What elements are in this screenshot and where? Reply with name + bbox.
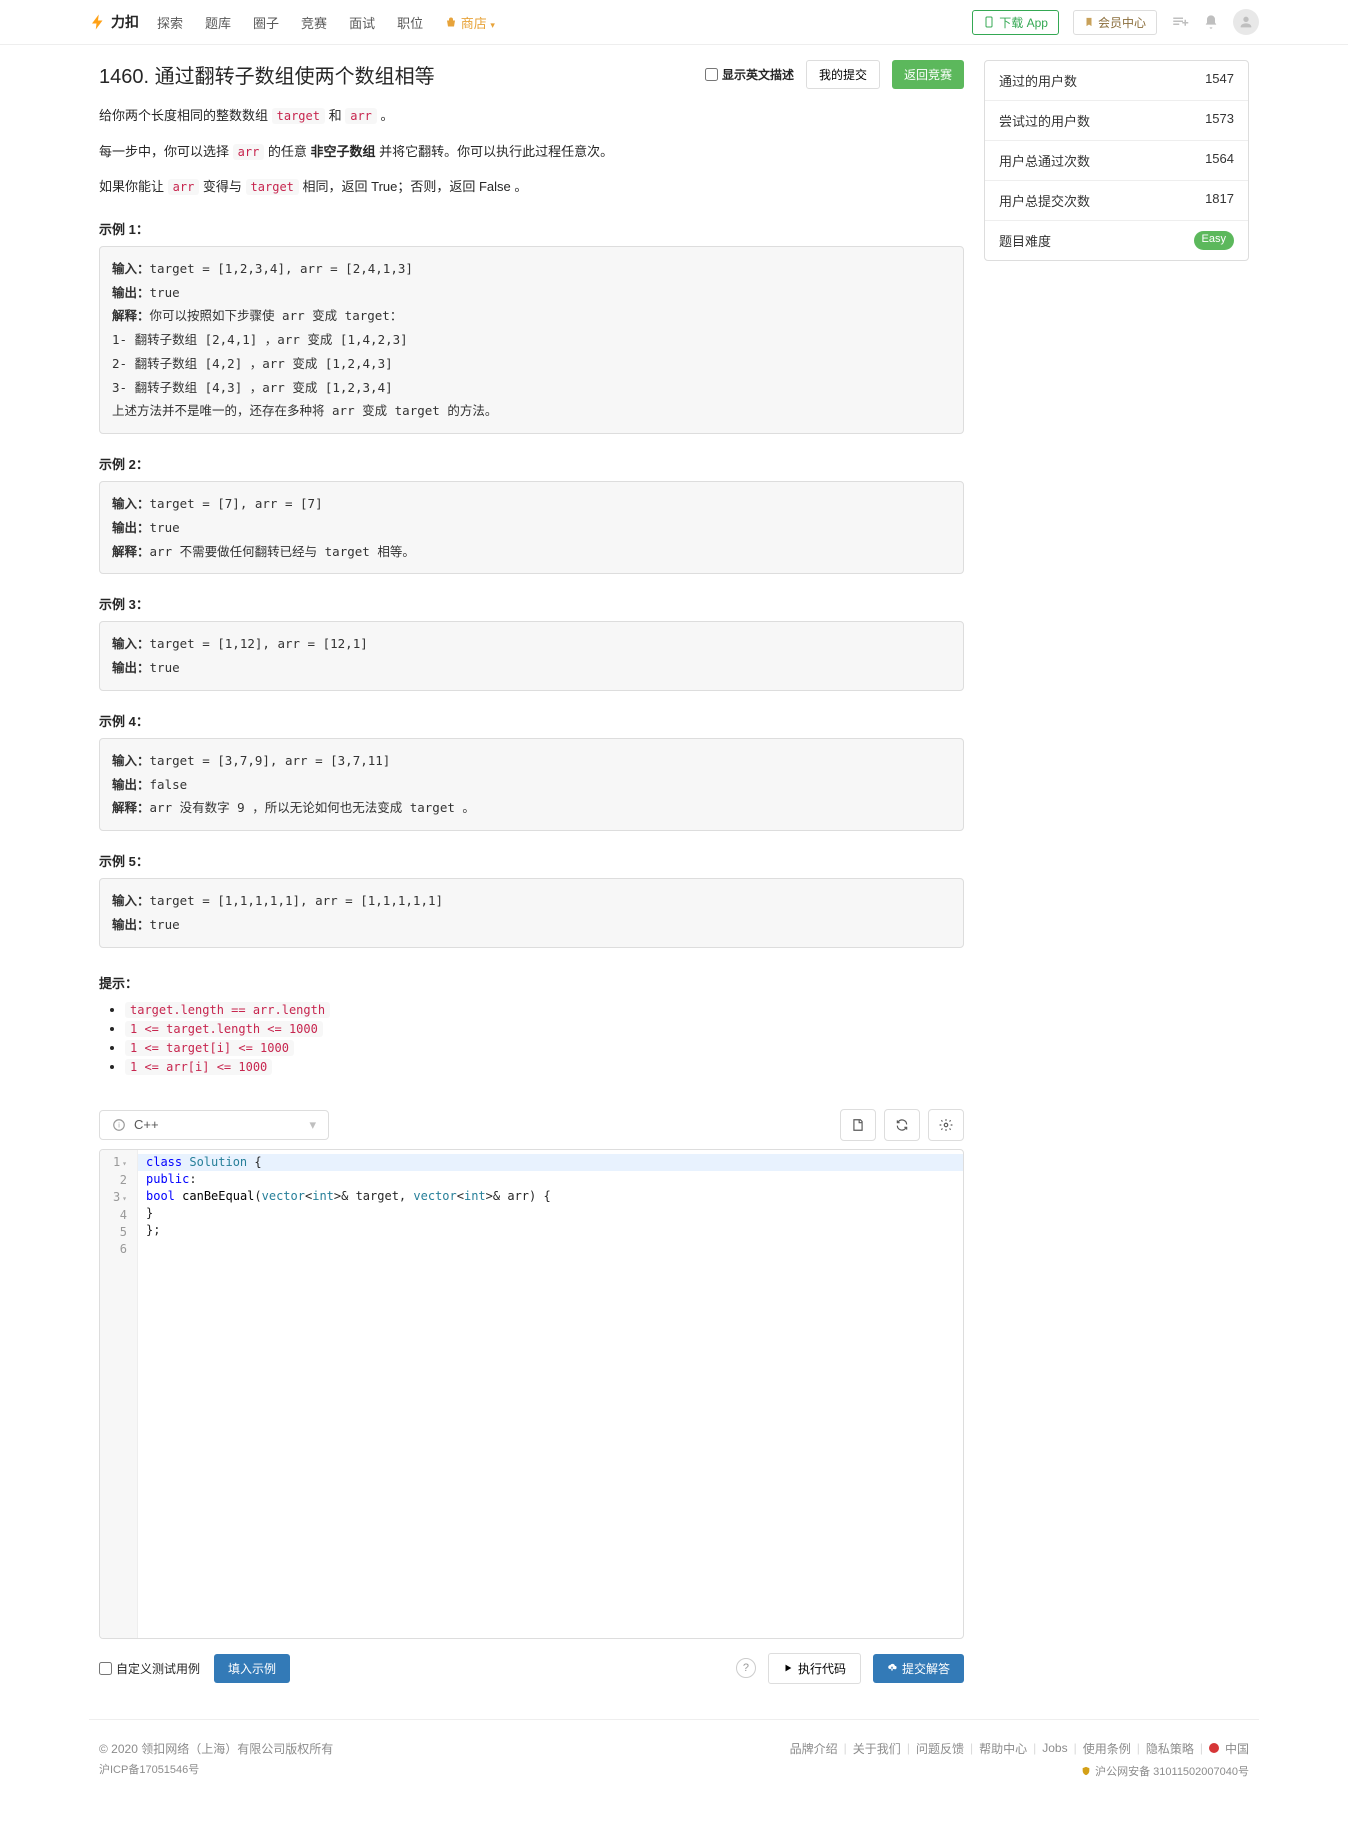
help-button[interactable]: ? bbox=[736, 1658, 756, 1678]
logo-icon bbox=[89, 13, 107, 31]
footer-link-5[interactable]: 使用条例 bbox=[1083, 1740, 1131, 1757]
example-title-3: 示例 3： bbox=[99, 594, 964, 613]
hint-2: 1 <= target[i] <= 1000 bbox=[125, 1040, 964, 1055]
vip-button[interactable]: 会员中心 bbox=[1073, 10, 1157, 35]
example-body-3: 输入：target = [1,12], arr = [12,1] 输出：true bbox=[99, 621, 964, 691]
stats-panel: 通过的用户数1547尝试过的用户数1573用户总通过次数1564用户总提交次数1… bbox=[984, 60, 1249, 261]
brand-text: 力扣 bbox=[111, 12, 139, 32]
beian: 沪公网安备 31011502007040号 bbox=[1095, 1763, 1249, 1779]
nav-link-2[interactable]: 圈子 bbox=[253, 13, 279, 32]
playlist-add-icon[interactable] bbox=[1171, 13, 1189, 31]
stats-row-0: 通过的用户数1547 bbox=[985, 61, 1248, 101]
footer-link-0[interactable]: 品牌介绍 bbox=[790, 1740, 838, 1757]
example-title-1: 示例 1： bbox=[99, 219, 964, 238]
chevron-down-icon: ▾ bbox=[309, 1117, 316, 1133]
footer-link-4[interactable]: Jobs bbox=[1042, 1741, 1067, 1755]
custom-testcase-toggle[interactable]: 自定义测试用例 bbox=[99, 1660, 200, 1677]
example-body-5: 输入：target = [1,1,1,1,1], arr = [1,1,1,1,… bbox=[99, 878, 964, 948]
hint-0: target.length == arr.length bbox=[125, 1002, 964, 1017]
submit-button[interactable]: 提交解答 bbox=[873, 1654, 964, 1683]
footer-link-2[interactable]: 问题反馈 bbox=[916, 1740, 964, 1757]
nav-link-5[interactable]: 职位 bbox=[397, 13, 423, 32]
svg-text:i: i bbox=[118, 1122, 120, 1129]
stats-row-2: 用户总通过次数1564 bbox=[985, 141, 1248, 181]
stats-row-1: 尝试过的用户数1573 bbox=[985, 101, 1248, 141]
footer: © 2020 领扣网络（上海）有限公司版权所有 沪ICP备17051546号 品… bbox=[89, 1719, 1259, 1809]
run-code-button[interactable]: 执行代码 bbox=[768, 1653, 861, 1684]
example-title-5: 示例 5： bbox=[99, 851, 964, 870]
shield-icon bbox=[1081, 1765, 1091, 1777]
bookmark-icon bbox=[1084, 16, 1094, 28]
notes-button[interactable] bbox=[840, 1109, 876, 1141]
cloud-upload-icon bbox=[887, 1663, 897, 1673]
hint-1: 1 <= target.length <= 1000 bbox=[125, 1021, 964, 1036]
difficulty-badge: Easy bbox=[1194, 231, 1234, 250]
nav-link-1[interactable]: 题库 bbox=[205, 13, 231, 32]
custom-testcase-checkbox[interactable] bbox=[99, 1662, 112, 1675]
example-title-4: 示例 4： bbox=[99, 711, 964, 730]
settings-button[interactable] bbox=[928, 1109, 964, 1141]
footer-link-3[interactable]: 帮助中心 bbox=[979, 1740, 1027, 1757]
example-body-1: 输入：target = [1,2,3,4], arr = [2,4,1,3] 输… bbox=[99, 246, 964, 434]
code-editor[interactable]: 123456 class Solution {public: bool canB… bbox=[99, 1149, 964, 1639]
show-english-checkbox[interactable] bbox=[705, 68, 718, 81]
nav-link-3[interactable]: 竞赛 bbox=[301, 13, 327, 32]
info-icon: i bbox=[112, 1118, 126, 1132]
example-title-2: 示例 2： bbox=[99, 454, 964, 473]
fill-example-button[interactable]: 填入示例 bbox=[214, 1654, 290, 1683]
download-app-button[interactable]: 下载 App bbox=[972, 10, 1059, 35]
icp: 沪ICP备17051546号 bbox=[99, 1761, 333, 1777]
avatar[interactable] bbox=[1233, 9, 1259, 35]
my-submissions-button[interactable]: 我的提交 bbox=[806, 60, 880, 89]
stats-row-4: 题目难度Easy bbox=[985, 221, 1248, 260]
hint-3: 1 <= arr[i] <= 1000 bbox=[125, 1059, 964, 1074]
back-to-contest-button[interactable]: 返回竞赛 bbox=[892, 60, 964, 89]
example-body-4: 输入：target = [3,7,9], arr = [3,7,11] 输出：f… bbox=[99, 738, 964, 831]
navbar: 力扣 探索 题库 圈子 竞赛 面试 职位 商店 ▾ 下载 App 会员中心 bbox=[0, 0, 1348, 45]
logo[interactable]: 力扣 bbox=[89, 12, 139, 32]
footer-link-6[interactable]: 隐私策略 bbox=[1146, 1740, 1194, 1757]
footer-link-1[interactable]: 关于我们 bbox=[853, 1740, 901, 1757]
problem-title: 1460. 通过翻转子数组使两个数组相等 bbox=[99, 60, 693, 89]
bell-icon[interactable] bbox=[1203, 14, 1219, 30]
phone-icon bbox=[983, 16, 995, 28]
language-select[interactable]: i C++ ▾ bbox=[99, 1110, 329, 1140]
refresh-button[interactable] bbox=[884, 1109, 920, 1141]
problem-description: 给你两个长度相同的整数数组 target 和 arr 。 每一步中，你可以选择 … bbox=[99, 104, 964, 1074]
country-label[interactable]: 中国 bbox=[1225, 1740, 1249, 1757]
play-icon bbox=[783, 1663, 793, 1673]
example-body-2: 输入：target = [7], arr = [7] 输出：true 解释：ar… bbox=[99, 481, 964, 574]
stats-row-3: 用户总提交次数1817 bbox=[985, 181, 1248, 221]
hints-title: 提示： bbox=[99, 973, 964, 992]
nav-link-0[interactable]: 探索 bbox=[157, 13, 183, 32]
copyright: © 2020 领扣网络（上海）有限公司版权所有 bbox=[99, 1740, 333, 1757]
country-flag-icon bbox=[1209, 1743, 1219, 1753]
show-english-toggle[interactable]: 显示英文描述 bbox=[705, 66, 794, 83]
nav-shop[interactable]: 商店 ▾ bbox=[445, 13, 495, 32]
nav-link-4[interactable]: 面试 bbox=[349, 13, 375, 32]
